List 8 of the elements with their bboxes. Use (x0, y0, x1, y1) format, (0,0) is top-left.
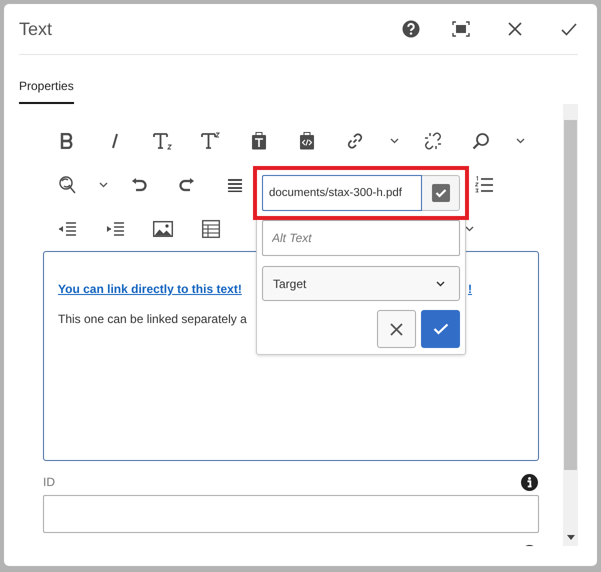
field-label: ID (43, 475, 55, 489)
target-dropdown[interactable]: Target (262, 266, 460, 301)
paragraph: This one can be linked separately a (58, 312, 248, 326)
url-field[interactable]: documents/stax-300-h.pdf (262, 175, 422, 211)
text-link[interactable]: You can link directly to this text! (58, 282, 242, 296)
text-link[interactable]: ! (468, 282, 472, 296)
tab[interactable]: Properties (19, 75, 74, 104)
window-title: Text (19, 18, 52, 40)
